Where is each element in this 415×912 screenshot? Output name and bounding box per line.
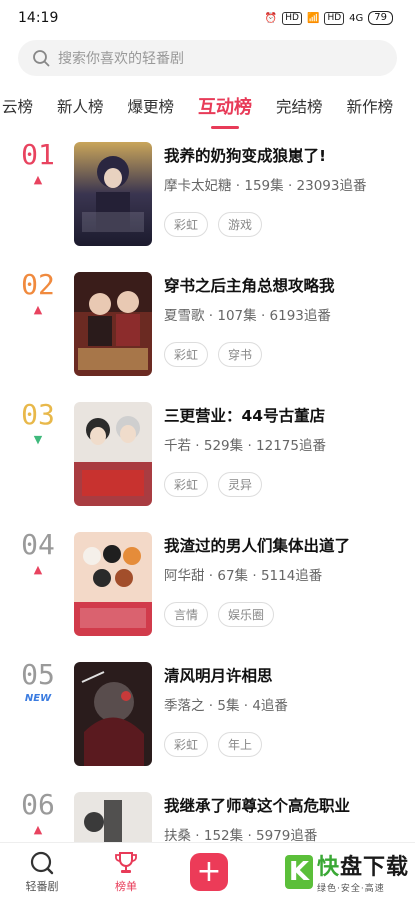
item-title[interactable]: 我渣过的男人们集体出道了 (164, 534, 403, 556)
tag[interactable]: 彩虹 (164, 342, 208, 367)
tag[interactable]: 游戏 (218, 212, 262, 237)
status-bar: 14:19 ⏰ HD 📶 HD 4G 79 (0, 0, 415, 36)
item-title[interactable]: 清风明月许相思 (164, 664, 403, 686)
rank-number: 05 (20, 658, 56, 691)
nav-home[interactable]: 轻番剧 (0, 850, 84, 894)
cover-image[interactable] (74, 142, 152, 246)
cover-image[interactable] (74, 532, 152, 636)
watermark-k-icon: K (285, 855, 313, 889)
search-icon (32, 49, 50, 67)
network-label: 4G (349, 13, 363, 24)
plus-icon: + (196, 857, 221, 887)
rank-tabs: 云榜 新人榜 爆更榜 互动榜 完结榜 新作榜 (0, 80, 415, 132)
item-meta: 摩卡太妃糖 · 159集 · 23093追番 (164, 174, 403, 194)
item-meta: 千若 · 529集 · 12175追番 (164, 434, 403, 454)
bottom-nav: 轻番剧 榜单 + K 快盘下载 绿色·安全·高速 (0, 842, 415, 900)
new-badge: NEW (20, 693, 56, 704)
cover-image[interactable] (74, 272, 152, 376)
trophy-icon (113, 850, 139, 876)
item-title[interactable]: 穿书之后主角总想攻略我 (164, 274, 403, 296)
signal-icon: 📶 (307, 13, 319, 24)
nav-rank-label: 榜单 (115, 878, 137, 894)
rank-number: 04 (20, 528, 56, 561)
tag[interactable]: 穿书 (218, 342, 262, 367)
rank-list: 01 ▲ 我养的奶狗变成狼崽了! 摩卡太妃糖 · 159集 · 23093追番 … (0, 132, 415, 912)
watermark-sub: 绿色·安全·高速 (317, 881, 409, 894)
search-placeholder: 搜索你喜欢的轻番剧 (58, 48, 184, 68)
tag[interactable]: 灵异 (218, 472, 262, 497)
tag[interactable]: 年上 (218, 732, 262, 757)
item-meta: 季落之 · 5集 · 4追番 (164, 694, 403, 714)
create-button[interactable]: + (190, 853, 228, 891)
home-search-icon (29, 850, 55, 876)
trend-down-icon: ▼ (20, 433, 56, 446)
tag[interactable]: 彩虹 (164, 732, 208, 757)
nav-rank[interactable]: 榜单 (84, 850, 168, 894)
tab-newcomer[interactable]: 新人榜 (45, 95, 116, 117)
list-item[interactable]: 01 ▲ 我养的奶狗变成狼崽了! 摩卡太妃糖 · 159集 · 23093追番 … (0, 132, 415, 262)
tab-interactive[interactable]: 互动榜 (186, 93, 264, 119)
trend-up-icon: ▲ (20, 823, 56, 836)
list-item[interactable]: 04 ▲ 我渣过的男人们集体出道了 阿华甜 · 67集 · 5114追番 言情娱… (0, 522, 415, 652)
rank-number: 06 (20, 788, 56, 821)
list-item[interactable]: 03 ▼ 三更营业：44号古董店 千若 · 529集 · 12175追番 彩虹灵… (0, 392, 415, 522)
watermark-logo: K 快盘下载 绿色·安全·高速 (285, 849, 409, 894)
trend-up-icon: ▲ (20, 303, 56, 316)
tab-burst[interactable]: 爆更榜 (116, 95, 187, 117)
item-title[interactable]: 我养的奶狗变成狼崽了! (164, 144, 403, 166)
item-meta: 阿华甜 · 67集 · 5114追番 (164, 564, 403, 584)
tag[interactable]: 娱乐圈 (218, 602, 274, 627)
cover-image[interactable] (74, 402, 152, 506)
item-title[interactable]: 三更营业：44号古董店 (164, 404, 403, 426)
tab-cloud[interactable]: 云榜 (0, 95, 45, 117)
hd-badge-2: HD (324, 12, 344, 25)
watermark-main-2: 盘下载 (340, 855, 409, 880)
list-item[interactable]: 02 ▲ 穿书之后主角总想攻略我 夏雪歌 · 107集 · 6193追番 彩虹穿… (0, 262, 415, 392)
rank-number: 02 (20, 268, 56, 301)
cover-image[interactable] (74, 662, 152, 766)
item-meta: 夏雪歌 · 107集 · 6193追番 (164, 304, 403, 324)
hd-badge-1: HD (282, 12, 302, 25)
rank-number: 03 (20, 398, 56, 431)
tag[interactable]: 彩虹 (164, 212, 208, 237)
status-time: 14:19 (18, 10, 58, 26)
watermark-main-1: 快 (317, 855, 340, 880)
tab-completed[interactable]: 完结榜 (264, 95, 335, 117)
trend-up-icon: ▲ (20, 173, 56, 186)
list-item[interactable]: 05 NEW 清风明月许相思 季落之 · 5集 · 4追番 彩虹年上 (0, 652, 415, 782)
item-meta: 扶桑 · 152集 · 5979追番 (164, 824, 403, 844)
tag[interactable]: 彩虹 (164, 472, 208, 497)
search-input[interactable]: 搜索你喜欢的轻番剧 (18, 40, 397, 76)
nav-home-label: 轻番剧 (26, 878, 59, 894)
alarm-icon: ⏰ (265, 13, 277, 24)
trend-up-icon: ▲ (20, 563, 56, 576)
tab-new-works[interactable]: 新作榜 (335, 95, 406, 117)
battery-indicator: 79 (368, 11, 393, 25)
rank-number: 01 (20, 138, 56, 171)
tag[interactable]: 言情 (164, 602, 208, 627)
item-title[interactable]: 我继承了师尊这个高危职业 (164, 794, 403, 816)
